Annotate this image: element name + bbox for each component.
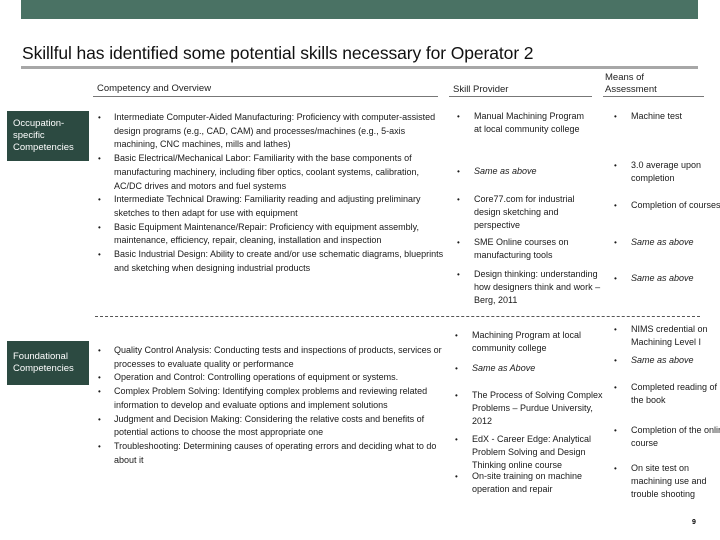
assessment-item: Same as above — [614, 354, 720, 367]
column-header-provider: Skill Provider — [453, 84, 509, 95]
occupation-competency-list: Intermediate Computer-Aided Manufacturin… — [95, 111, 445, 275]
column-header-assessment-line2: Assessment — [605, 84, 657, 95]
assessment-item: On site test on machining use and troubl… — [614, 462, 709, 502]
provider-item: Core77.com for industrial design sketchi… — [457, 193, 594, 233]
competency-item: Judgment and Decision Making: Considerin… — [95, 413, 445, 440]
label-occupation-specific: Occupation-specific Competencies — [7, 111, 89, 161]
title-underline — [21, 66, 698, 69]
section-divider — [95, 316, 700, 317]
assessment-item: Same as above — [614, 236, 720, 249]
competency-item: Quality Control Analysis: Conducting tes… — [95, 344, 445, 371]
assessment-item: Completion of courses — [614, 199, 720, 212]
column-header-assessment: Means of Assessment — [605, 72, 657, 96]
competency-item: Basic Electrical/Mechanical Labor: Famil… — [95, 152, 445, 193]
column-header-competency: Competency and Overview — [97, 83, 212, 94]
competency-item: Basic Equipment Maintenance/Repair: Prof… — [95, 221, 445, 248]
column-rule-provider — [449, 96, 592, 97]
provider-item: Design thinking: understanding how desig… — [457, 268, 604, 308]
provider-item: Manual Machining Program at local commun… — [457, 110, 594, 136]
assessment-item: Completion of the online course — [614, 424, 720, 450]
assessment-item: Same as above — [614, 272, 720, 285]
provider-item: EdX - Career Edge: Analytical Problem So… — [455, 433, 612, 473]
assessment-item: 3.0 average upon completion — [614, 159, 720, 185]
competency-item: Intermediate Technical Drawing: Familiar… — [95, 193, 445, 220]
competency-item: Basic Industrial Design: Ability to crea… — [95, 248, 445, 275]
assessment-item: Completed reading of the book — [614, 381, 720, 407]
assessment-item: Machine test — [614, 110, 720, 123]
provider-item: On-site training on machine operation an… — [455, 470, 612, 496]
competency-item: Troubleshooting: Determining causes of o… — [95, 440, 445, 467]
column-header-assessment-line1: Means of — [605, 72, 645, 83]
slide-title: Skillful has identified some potential s… — [22, 43, 534, 63]
competency-item: Operation and Control: Controlling opera… — [95, 371, 445, 385]
provider-item: SME Online courses on manufacturing tool… — [457, 236, 594, 262]
provider-item: Same as Above — [455, 362, 612, 375]
label-foundational: Foundational Competencies — [7, 341, 89, 385]
foundational-competency-list: Quality Control Analysis: Conducting tes… — [95, 344, 445, 467]
competency-item: Intermediate Computer-Aided Manufacturin… — [95, 111, 445, 152]
column-rule-assessment — [603, 96, 704, 97]
column-rule-competency — [93, 96, 438, 97]
assessment-item: NIMS credential on Machining Level I — [614, 323, 720, 349]
provider-item: Same as above — [457, 165, 594, 178]
provider-item: The Process of Solving Complex Problems … — [455, 389, 607, 429]
competency-item: Complex Problem Solving: Identifying com… — [95, 385, 445, 412]
page-number: 9 — [692, 519, 696, 526]
header-bar — [21, 0, 698, 19]
provider-item: Machining Program at local community col… — [455, 329, 612, 355]
